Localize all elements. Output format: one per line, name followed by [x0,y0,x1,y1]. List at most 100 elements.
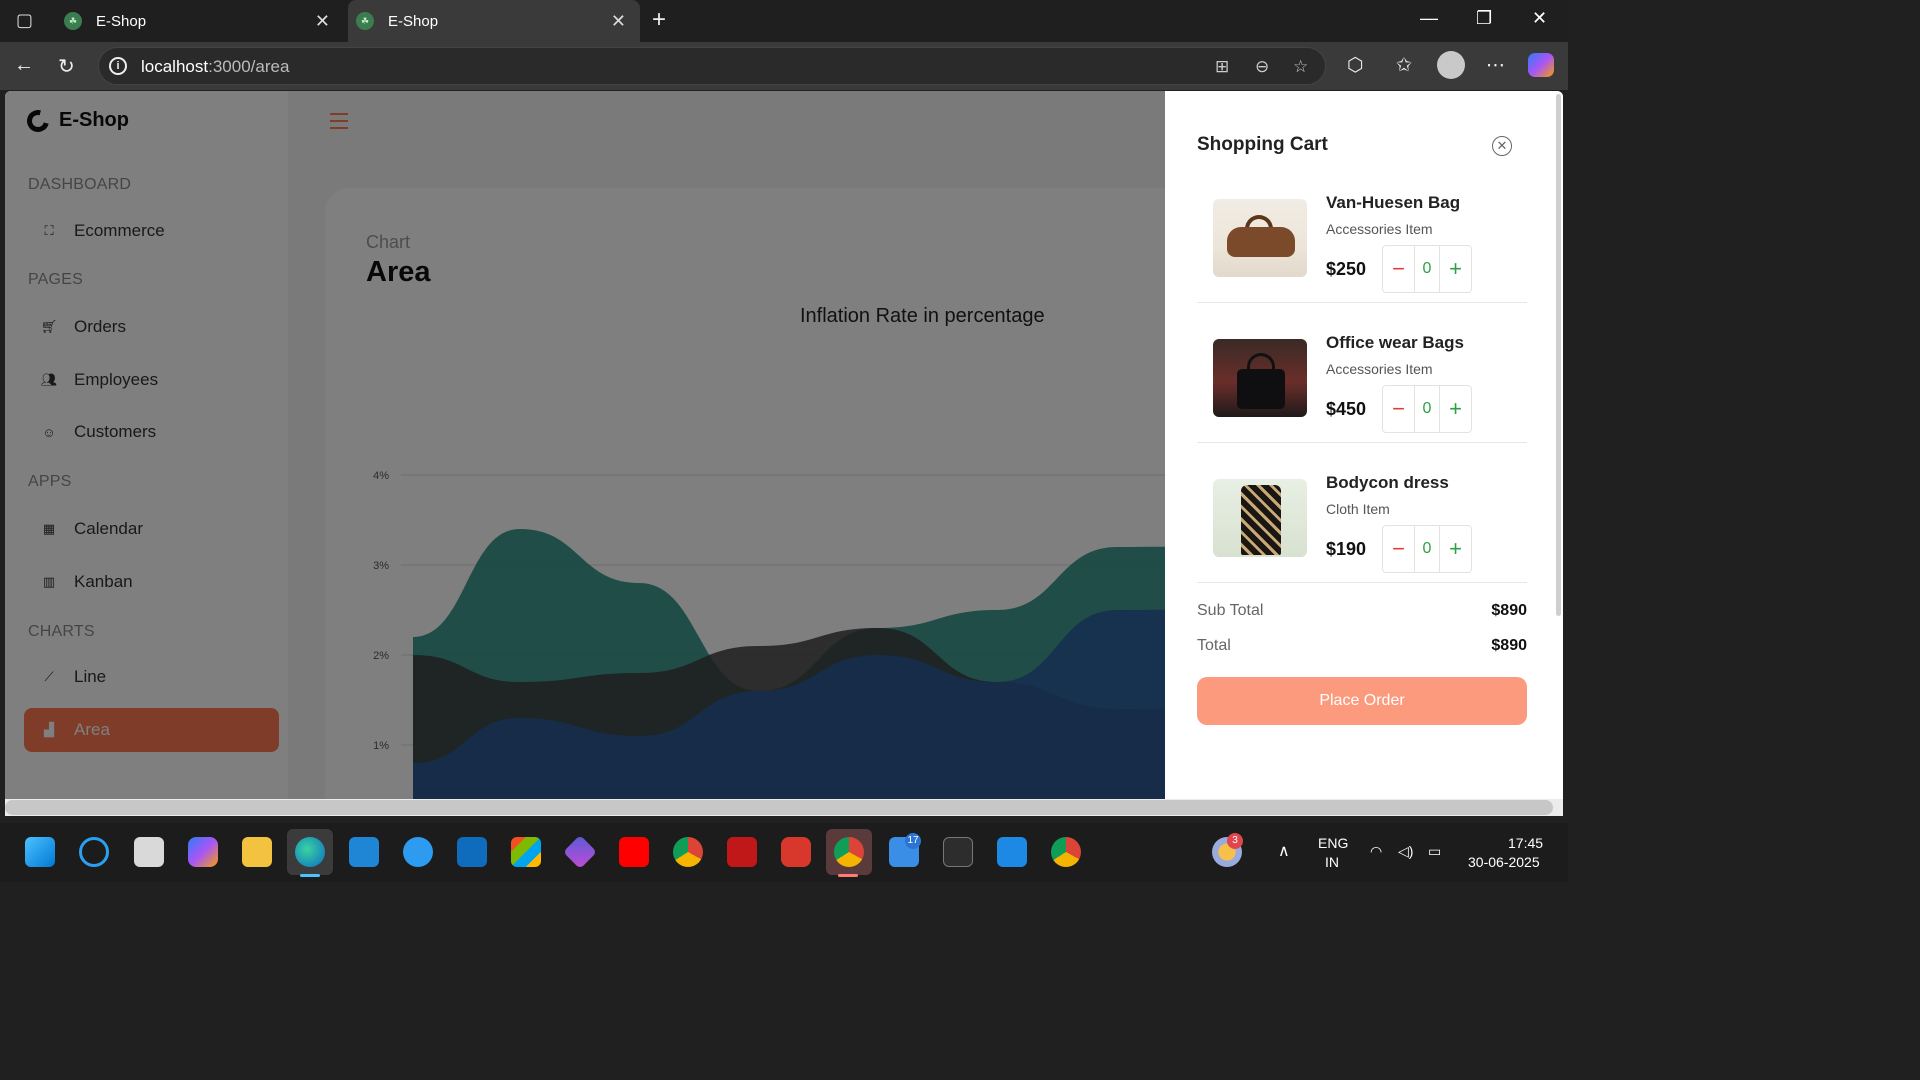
quantity-stepper: − 0 + [1382,525,1472,573]
tab-title: E-Shop [96,12,147,30]
file-explorer-icon[interactable] [242,837,272,867]
help-icon[interactable] [403,837,433,867]
wps-office-icon[interactable] [781,837,811,867]
address-bar-row: ← ↻ i localhost:3000/area ⊞ ⊖ ☆ ⬡ ✩ ⋯ [0,42,1568,90]
url-text: localhost:3000/area [141,57,290,76]
increment-button[interactable]: + [1440,386,1471,432]
subtotal-row: Sub Total $890 [1197,602,1527,620]
decrement-button[interactable]: − [1383,526,1414,572]
language-indicator[interactable]: ENG [1318,835,1348,851]
battery-icon[interactable]: ▭ [1428,843,1441,860]
product-category: Accessories Item [1326,221,1433,237]
page-viewport: E-Shop DASHBOARD ⛶ Ecommerce PAGES 🛒︎ Or… [5,91,1563,816]
quantity-value: 0 [1414,246,1440,292]
quantity-value: 0 [1414,386,1440,432]
copilot-app-icon[interactable] [188,837,218,867]
subtotal-value: $890 [1491,602,1527,619]
start-icon[interactable] [25,837,55,867]
cart-title: Shopping Cart [1197,134,1328,155]
product-price: $250 [1326,259,1367,279]
more-menu-icon[interactable]: ⋯ [1486,54,1505,77]
zoom-icon[interactable]: ⊖ [1255,57,1269,77]
total-row: Total $890 [1197,637,1527,655]
weather-badge: 3 [1227,833,1243,849]
active-indicator [838,874,858,877]
restore-icon[interactable]: ❐ [1476,8,1492,29]
close-tab-icon[interactable]: ✕ [611,11,626,32]
browser-tab[interactable]: ☘ E-Shop ✕ [56,0,344,42]
quantity-stepper: − 0 + [1382,385,1472,433]
wifi-icon[interactable]: ◠ [1370,843,1382,860]
cart-item: Bodycon dress Cloth Item $190 − 0 + [1197,463,1527,583]
youtube-icon[interactable] [619,837,649,867]
total-value: $890 [1491,637,1527,654]
new-tab-icon[interactable]: + [652,6,666,34]
shopping-cart-panel: Shopping Cart ✕ Van-Huesen Bag Accessori… [1165,91,1563,816]
cart-item: Van-Huesen Bag Accessories Item $250 − 0… [1197,183,1527,303]
product-price: $450 [1326,399,1367,419]
browser-tab-active[interactable]: ☘ E-Shop ✕ [348,0,640,42]
url-field[interactable]: i localhost:3000/area ⊞ ⊖ ☆ [98,47,1326,85]
windows-taskbar: 17 3 ∧ ENG IN ◠ ◁) ▭ 17:45 30-06-2025 [0,823,1568,882]
store-icon[interactable] [511,837,541,867]
close-cart-icon[interactable]: ✕ [1492,136,1512,156]
product-name: Bodycon dress [1326,473,1449,492]
mcafee-icon[interactable] [727,837,757,867]
tab-title: E-Shop [388,12,439,30]
product-category: Accessories Item [1326,361,1433,377]
horizontal-scrollbar[interactable] [5,800,1553,815]
product-name: Office wear Bags [1326,333,1464,352]
chrome-profile2-icon[interactable] [1051,837,1081,867]
product-category: Cloth Item [1326,501,1390,517]
chrome-profile-icon[interactable] [834,837,864,867]
back-icon[interactable]: ← [14,54,34,77]
vscode-icon[interactable] [997,837,1027,867]
increment-button[interactable]: + [1440,246,1471,292]
show-hidden-icons-icon[interactable]: ∧ [1278,841,1290,861]
cart-item: Office wear Bags Accessories Item $450 −… [1197,323,1527,443]
place-order-button[interactable]: Place Order [1197,677,1527,725]
modal-backdrop[interactable] [5,91,1165,816]
region-indicator[interactable]: IN [1325,854,1339,870]
clock-time[interactable]: 17:45 [1508,835,1543,851]
terminal-icon[interactable] [943,837,973,867]
mail-badge: 17 [905,833,921,849]
close-tab-icon[interactable]: ✕ [315,11,330,32]
browser-tab-bar: ▢ ☘ E-Shop ✕ ☘ E-Shop ✕ + — ❐ ✕ [0,0,1568,42]
copilot-icon[interactable] [1528,53,1554,77]
clock-date[interactable]: 30-06-2025 [1468,854,1540,870]
product-image [1213,199,1307,277]
product-name: Van-Huesen Bag [1326,193,1461,212]
product-price: $190 [1326,539,1367,559]
edge-browser-icon[interactable] [295,837,325,867]
vertical-scrollbar[interactable] [1556,94,1561,616]
search-icon[interactable] [79,837,109,867]
outlook-icon[interactable] [457,837,487,867]
app-available-icon[interactable]: ⊞ [1215,57,1229,77]
increment-button[interactable]: + [1440,526,1471,572]
myhp-icon[interactable] [349,837,379,867]
total-label: Total [1197,637,1231,654]
favorite-star-icon[interactable]: ☆ [1293,57,1308,77]
extensions-icon[interactable]: ⬡ [1347,54,1364,77]
close-window-icon[interactable]: ✕ [1532,8,1547,29]
eshop-favicon-icon: ☘ [356,12,374,30]
decrement-button[interactable]: − [1383,246,1414,292]
quantity-value: 0 [1414,526,1440,572]
profile-avatar[interactable] [1437,51,1465,79]
tab-actions-icon[interactable]: ▢ [16,10,33,31]
minimize-icon[interactable]: — [1420,8,1438,29]
chrome-icon[interactable] [673,837,703,867]
reload-icon[interactable]: ↻ [58,54,75,79]
product-image [1213,479,1307,557]
decrement-button[interactable]: − [1383,386,1414,432]
subtotal-label: Sub Total [1197,602,1264,619]
task-view-icon[interactable] [134,837,164,867]
active-indicator [300,874,320,877]
favorites-icon[interactable]: ✩ [1396,54,1412,77]
volume-icon[interactable]: ◁) [1398,843,1413,860]
quantity-stepper: − 0 + [1382,245,1472,293]
site-info-icon[interactable]: i [109,57,127,75]
product-image [1213,339,1307,417]
clipchamp-icon[interactable] [563,835,597,869]
